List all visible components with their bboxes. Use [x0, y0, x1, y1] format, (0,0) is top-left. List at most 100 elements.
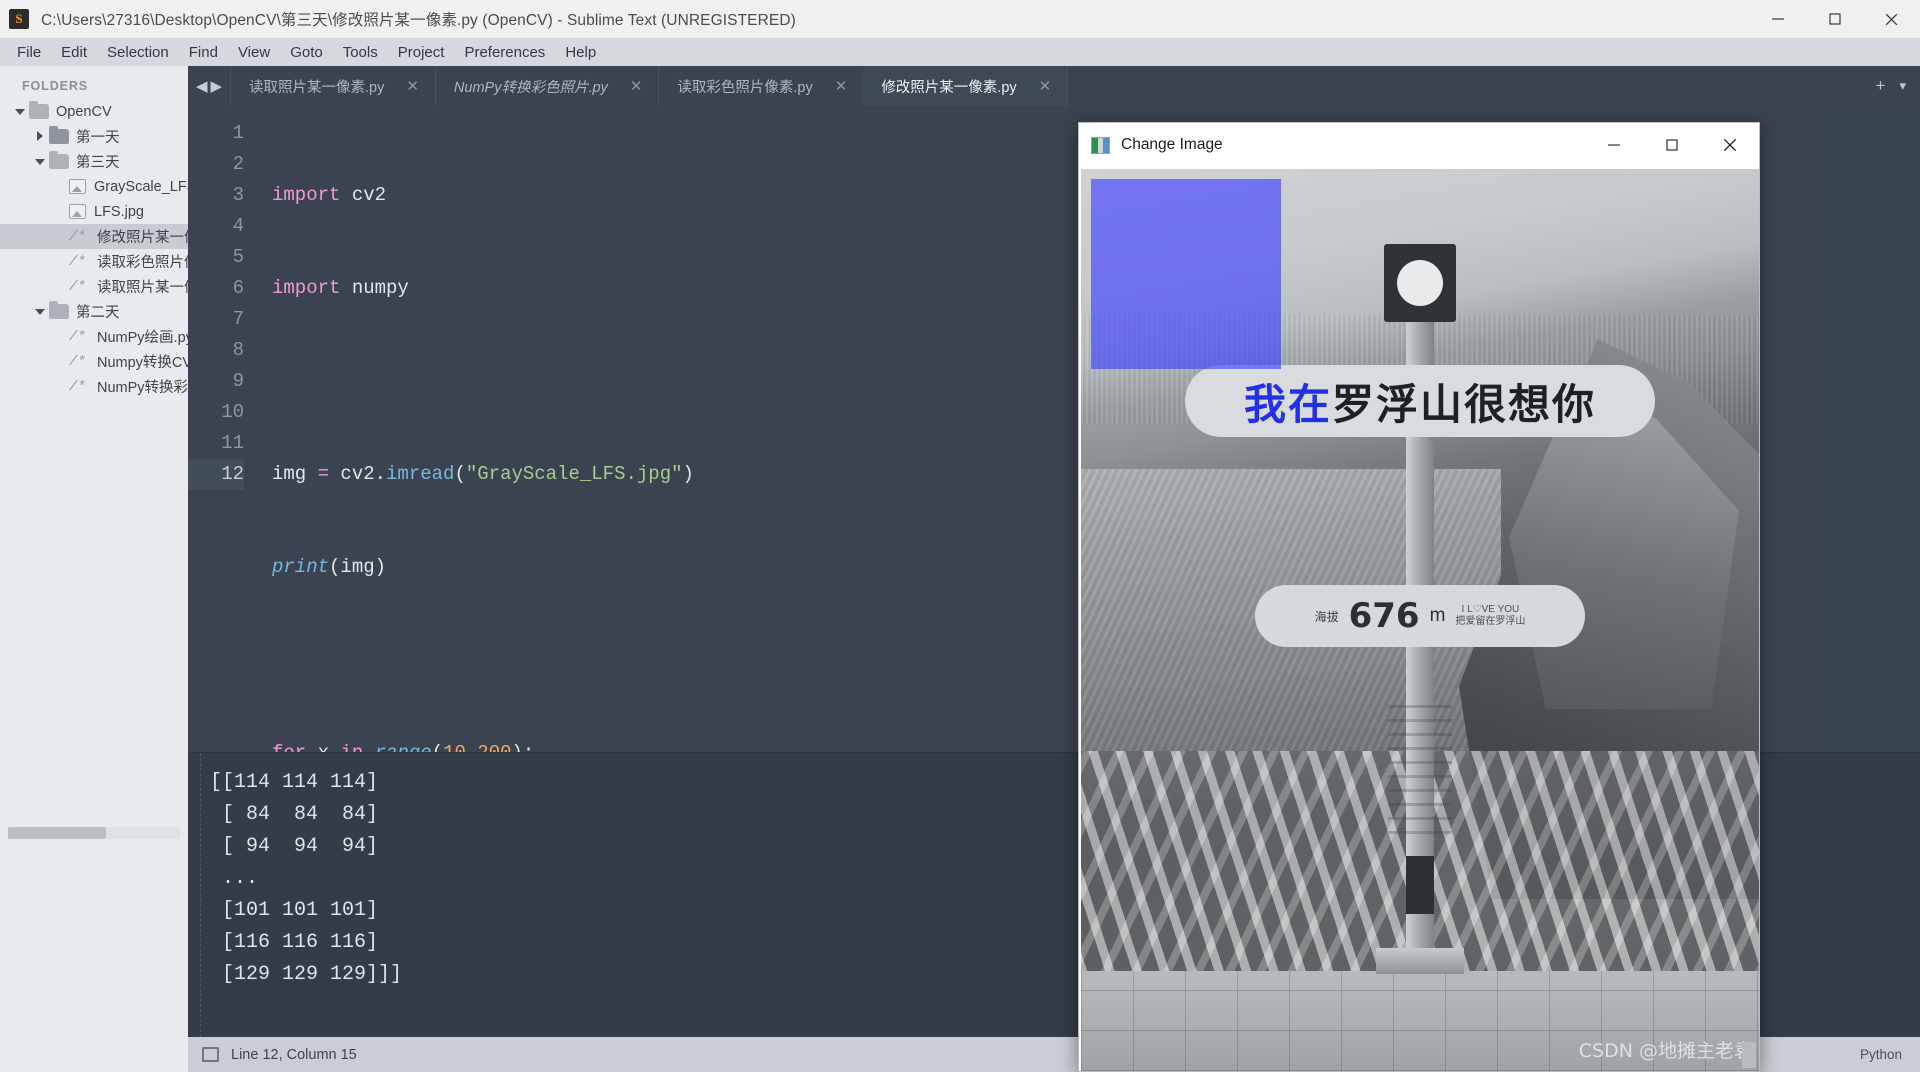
tree-item-3[interactable]: GrayScale_LFS.jpg	[0, 174, 188, 199]
tree-item-7[interactable]: /* 读取照片某一像素.py	[0, 274, 188, 299]
tree-item-0[interactable]: OpenCV	[0, 99, 188, 124]
window-controls	[1749, 0, 1920, 38]
modified-pixel-block	[1091, 179, 1281, 369]
tab-menu-icon[interactable]: ▾	[1899, 78, 1906, 94]
folder-open-icon	[49, 301, 69, 319]
folder-closed-icon	[49, 126, 69, 144]
image-canvas: 我在 罗浮山很想你 海拔 676 m I L♡VE YOU 把爱留在罗浮山 CSD…	[1081, 169, 1759, 1071]
folder-open-icon	[49, 151, 69, 169]
menu-find[interactable]: Find	[179, 41, 228, 64]
menu-project[interactable]: Project	[388, 41, 455, 64]
new-tab-icon[interactable]: +	[1876, 76, 1886, 96]
tab-label: NumPy转换彩色照片.py	[453, 79, 608, 96]
love-logo: I L♡VE YOU 把爱留在罗浮山	[1455, 604, 1525, 629]
signpost-base	[1376, 948, 1464, 974]
tree-item-10[interactable]: /* Numpy转换CV2.py	[0, 349, 188, 374]
tab-读取照片某一像素[interactable]: 读取照片某一像素.py ✕	[230, 66, 435, 106]
love-line-2: 把爱留在罗浮山	[1455, 616, 1526, 627]
cv-window-controls	[1585, 123, 1759, 167]
image-file-icon	[69, 179, 86, 194]
tab-close-icon[interactable]: ✕	[1039, 77, 1052, 95]
line-number-12: 12	[188, 459, 244, 490]
tree-item-label: 第一天	[76, 130, 120, 146]
tab-numpy转换彩色照片[interactable]: NumPy转换彩色照片.py ✕	[434, 66, 658, 106]
chevron-down-icon[interactable]	[34, 155, 47, 168]
tree-item-4[interactable]: LFS.jpg	[0, 199, 188, 224]
minimize-icon[interactable]	[1749, 0, 1806, 38]
line-number-gutter: 1 2 3 4 5 6 7 8 9 10 11 12	[188, 106, 258, 752]
tree-item-5[interactable]: /* 修改照片某一像素.py	[0, 224, 188, 249]
cv-maximize-icon[interactable]	[1643, 123, 1701, 167]
elevation-label: 海拔	[1314, 609, 1339, 624]
cv-close-icon[interactable]	[1701, 123, 1759, 167]
line-number-6: 6	[232, 277, 244, 299]
menu-preferences[interactable]: Preferences	[454, 41, 555, 64]
chevron-right-icon[interactable]	[34, 130, 47, 143]
python-file-icon: /*	[69, 278, 86, 295]
signpost-logo-disc	[1397, 260, 1443, 306]
python-file-icon: /*	[69, 353, 86, 370]
signpost-top-box	[1384, 244, 1456, 322]
tab-读取彩色照片像素[interactable]: 读取彩色照片像素.py ✕	[658, 66, 863, 106]
sign-text-rest: 罗浮山很想你	[1332, 379, 1597, 429]
tab-label: 修改照片某一像素.py	[881, 79, 1017, 96]
love-line-1: I L♡VE YOU	[1461, 603, 1520, 615]
cv-minimize-icon[interactable]	[1585, 123, 1643, 167]
menu-file[interactable]: File	[7, 41, 51, 64]
line-number-3: 3	[232, 184, 244, 206]
line-number-2: 2	[232, 153, 244, 175]
menu-selection[interactable]: Selection	[97, 41, 179, 64]
opencv-image-window[interactable]: Change Image 我在 罗浮山很想你 海拔 676 m I L♡VE Y…	[1078, 122, 1760, 1072]
tab-close-icon[interactable]: ✕	[406, 77, 419, 95]
tab-修改照片某一像素[interactable]: 修改照片某一像素.py ✕	[863, 66, 1068, 106]
menu-bar: File Edit Selection Find View Goto Tools…	[0, 38, 1920, 66]
tree-item-label: OpenCV	[56, 103, 112, 120]
cv-window-title: Change Image	[1121, 136, 1223, 153]
line-number-11: 11	[221, 432, 244, 454]
chevron-down-icon[interactable]	[34, 305, 47, 318]
tree-item-6[interactable]: /* 读取彩色照片像素.py	[0, 249, 188, 274]
tree-item-11[interactable]: /* NumPy转换彩色.py	[0, 374, 188, 399]
line-number-8: 8	[232, 339, 244, 361]
folder-open-icon	[29, 101, 49, 119]
tab-next-icon[interactable]: ▶	[211, 77, 223, 95]
sign-elevation: 海拔 676 m I L♡VE YOU 把爱留在罗浮山	[1255, 585, 1585, 647]
tab-close-icon[interactable]: ✕	[630, 77, 643, 95]
tree-item-label: 读取彩色照片像素.py	[97, 255, 188, 271]
python-file-icon: /*	[69, 328, 86, 345]
maximize-icon[interactable]	[1806, 0, 1863, 38]
sidebar-horizontal-scrollbar[interactable]	[8, 827, 180, 839]
sidebar-header: FOLDERS	[22, 79, 89, 93]
window-resize-grip[interactable]	[1742, 1042, 1756, 1068]
menu-help[interactable]: Help	[555, 41, 606, 64]
syntax-mode[interactable]: Python	[1860, 1047, 1902, 1062]
tree-item-label: 第二天	[76, 305, 120, 321]
code-minimap[interactable]	[1824, 106, 1920, 752]
line-number-5: 5	[232, 246, 244, 268]
tree-item-1[interactable]: 第一天	[0, 124, 188, 149]
menu-edit[interactable]: Edit	[51, 41, 97, 64]
scrollbar-thumb[interactable]	[8, 827, 106, 839]
menu-goto[interactable]: Goto	[280, 41, 333, 64]
tab-close-icon[interactable]: ✕	[835, 77, 848, 95]
tab-strip-filler	[1067, 66, 1875, 106]
tree-item-label: 修改照片某一像素.py	[97, 230, 188, 246]
tree-item-label: GrayScale_LFS.jpg	[94, 178, 188, 195]
line-number-9: 9	[232, 370, 244, 392]
python-file-icon: /*	[69, 253, 86, 270]
tree-item-9[interactable]: /* NumPy绘画.py	[0, 324, 188, 349]
signpost-dark-band	[1406, 856, 1434, 914]
chevron-down-icon[interactable]	[14, 105, 27, 118]
tab-prev-icon[interactable]: ◀	[196, 77, 208, 95]
tree-item-8[interactable]: 第二天	[0, 299, 188, 324]
menu-view[interactable]: View	[228, 41, 280, 64]
tree-item-2[interactable]: 第三天	[0, 149, 188, 174]
csdn-watermark: CSDN @地摊主老袁	[1578, 1040, 1753, 1062]
elevation-value: 676	[1348, 596, 1420, 636]
close-icon[interactable]	[1863, 0, 1920, 38]
tab-nav-arrows[interactable]: ◀ ▶	[188, 66, 230, 106]
menu-tools[interactable]: Tools	[333, 41, 388, 64]
